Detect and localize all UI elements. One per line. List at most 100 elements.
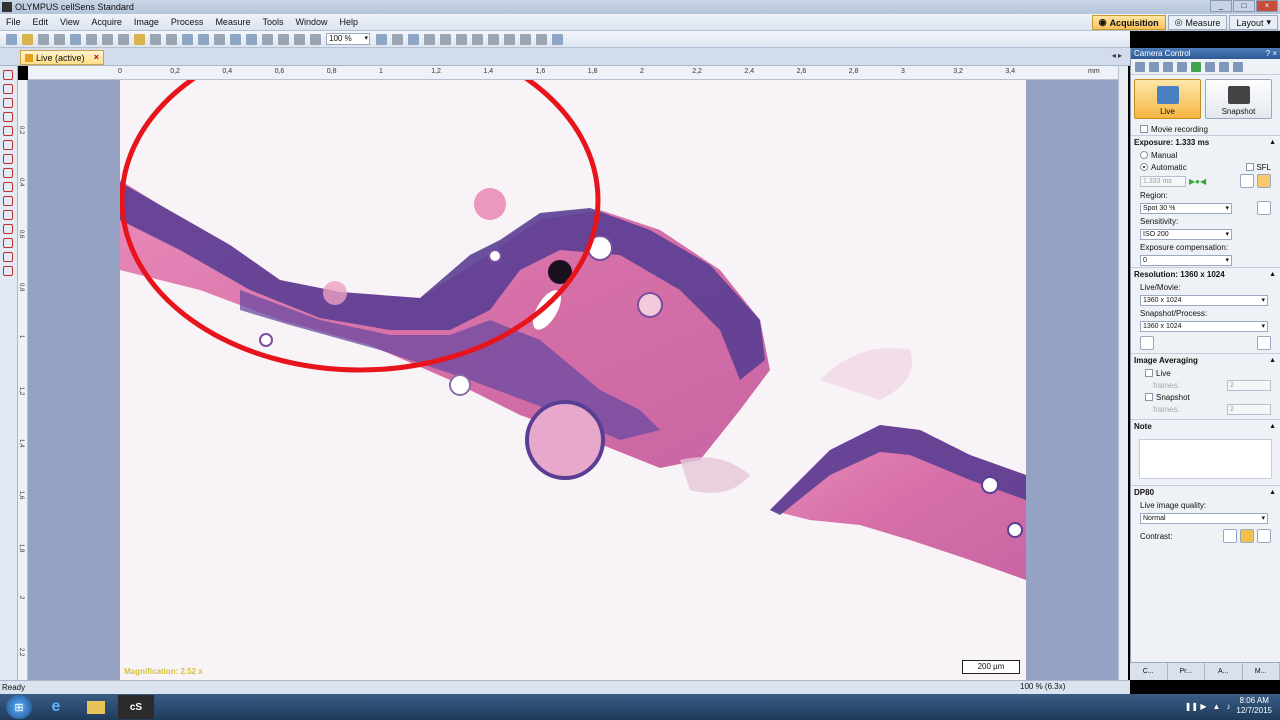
contrast-low-icon[interactable] xyxy=(1223,529,1237,543)
tab-live-active[interactable]: Live (active) × xyxy=(20,50,104,65)
settings-icon[interactable] xyxy=(1135,61,1145,72)
snapshot-frames-field[interactable]: 2 xyxy=(1227,403,1271,415)
pointer-tool-icon[interactable] xyxy=(3,70,13,80)
grid-icon[interactable] xyxy=(1219,61,1229,72)
grid-icon[interactable] xyxy=(504,33,515,45)
rectangle-tool-icon[interactable] xyxy=(3,168,13,178)
menu-process[interactable]: Process xyxy=(165,17,210,27)
polyline-tool-icon[interactable] xyxy=(3,126,13,136)
select-icon[interactable] xyxy=(182,33,193,45)
tab-properties[interactable]: Pr... xyxy=(1168,663,1205,680)
save-icon[interactable] xyxy=(38,33,49,45)
cut-icon[interactable] xyxy=(102,33,113,45)
image-averaging-section-header[interactable]: Image Averaging ▲ xyxy=(1131,353,1280,367)
diamond-tool-icon[interactable] xyxy=(3,182,13,192)
automatic-radio[interactable] xyxy=(1140,163,1148,171)
pan-icon[interactable] xyxy=(198,33,209,45)
cascade-icon[interactable] xyxy=(472,33,483,45)
split-icon[interactable] xyxy=(488,33,499,45)
polygon-tool-icon[interactable] xyxy=(3,224,13,234)
magic-wand-icon[interactable] xyxy=(262,33,273,45)
ie-taskbar-button[interactable]: e xyxy=(38,695,74,719)
live-resolution-select[interactable]: 1360 x 1024 xyxy=(1140,294,1268,306)
tab-navigation[interactable]: ◂ ▸ xyxy=(1112,51,1122,60)
point-tool-icon[interactable] xyxy=(3,98,13,108)
line-icon[interactable] xyxy=(214,33,225,45)
text-tool-icon[interactable] xyxy=(3,84,13,94)
exposure-compensation-select[interactable]: 0 xyxy=(1140,254,1232,266)
crop-icon[interactable] xyxy=(1140,336,1154,350)
tab-acquisition[interactable]: A... xyxy=(1205,663,1243,680)
circle-tool-icon[interactable] xyxy=(3,210,13,220)
note-section-header[interactable]: Note ▲ xyxy=(1131,419,1280,433)
layers-icon[interactable] xyxy=(1205,61,1215,72)
copy-icon[interactable] xyxy=(118,33,129,45)
menu-edit[interactable]: Edit xyxy=(27,17,55,27)
zoom-tool-icon[interactable] xyxy=(230,33,241,45)
overlay-icon[interactable] xyxy=(520,33,531,45)
averaging-snapshot-checkbox[interactable] xyxy=(1145,393,1153,401)
explorer-taskbar-button[interactable] xyxy=(78,695,114,719)
media-controls-icon[interactable]: ❚❚ ▶ xyxy=(1185,702,1207,711)
resolution-section-header[interactable]: Resolution: 1360 x 1024 ▲ xyxy=(1131,267,1280,281)
movie-recording-checkbox[interactable] xyxy=(1140,125,1148,133)
manual-radio[interactable] xyxy=(1140,151,1148,159)
start-button[interactable]: ⊞ xyxy=(6,695,32,719)
menu-window[interactable]: Window xyxy=(289,17,333,27)
flip-icon[interactable] xyxy=(310,33,321,45)
contrast-medium-icon[interactable] xyxy=(1240,529,1254,543)
clock[interactable]: 8:06 AM 12/7/2015 xyxy=(1236,696,1272,716)
close-tab-icon[interactable]: × xyxy=(94,52,99,62)
acquisition-layout-button[interactable]: ◉ Acquisition xyxy=(1091,15,1166,30)
magic-tool-icon[interactable] xyxy=(3,252,13,262)
menu-view[interactable]: View xyxy=(54,17,85,27)
region-select[interactable]: Spot 30 % xyxy=(1140,202,1232,214)
camera-icon[interactable] xyxy=(1163,61,1173,72)
region-icon[interactable] xyxy=(1257,201,1271,215)
freehand-tool-icon[interactable] xyxy=(3,238,13,248)
zoom-in-icon[interactable] xyxy=(376,33,387,45)
averaging-live-checkbox[interactable] xyxy=(1145,369,1153,377)
menu-tools[interactable]: Tools xyxy=(256,17,289,27)
menu-acquire[interactable]: Acquire xyxy=(85,17,128,27)
close-window-button[interactable]: × xyxy=(1256,0,1278,12)
snapshot-resolution-select[interactable]: 1360 x 1024 xyxy=(1140,320,1268,332)
monitor-icon[interactable] xyxy=(1233,61,1243,72)
export-icon[interactable] xyxy=(86,33,97,45)
pin-icon[interactable]: ? × xyxy=(1266,48,1277,59)
crop-icon[interactable] xyxy=(278,33,289,45)
reset-exposure-icon[interactable] xyxy=(1240,174,1254,188)
exposure-section-header[interactable]: Exposure: 1.333 ms ▲ xyxy=(1131,135,1280,149)
menu-help[interactable]: Help xyxy=(333,17,364,27)
exposure-time-field[interactable]: 1.333 ms xyxy=(1140,175,1186,187)
open-folder-icon[interactable] xyxy=(22,33,33,45)
scale-tool-icon[interactable] xyxy=(3,266,13,276)
zoom-select[interactable]: 100 % xyxy=(326,33,370,45)
new-document-icon[interactable] xyxy=(6,33,17,45)
play-icon[interactable]: ▶●◀ xyxy=(1189,177,1206,186)
microscope-live-image[interactable] xyxy=(120,80,1026,680)
lock-icon[interactable] xyxy=(1257,174,1271,188)
menu-measure[interactable]: Measure xyxy=(209,17,256,27)
tile-icon[interactable] xyxy=(456,33,467,45)
live-button[interactable]: Live xyxy=(1134,79,1201,119)
arrow-tool-icon[interactable] xyxy=(3,140,13,150)
tab-camera-control[interactable]: C... xyxy=(1130,663,1168,680)
note-textarea[interactable] xyxy=(1139,439,1272,479)
tab-measurement[interactable]: M... xyxy=(1243,663,1280,680)
snapshot-button[interactable]: Snapshot xyxy=(1205,79,1272,119)
minimize-button[interactable]: _ xyxy=(1210,0,1232,12)
layout-menu-button[interactable]: Layout ▾ xyxy=(1229,15,1278,30)
paste-icon[interactable] xyxy=(134,33,145,45)
menu-file[interactable]: File xyxy=(0,17,27,27)
contrast-high-icon[interactable] xyxy=(1257,529,1271,543)
redo-icon[interactable] xyxy=(166,33,177,45)
network-icon[interactable]: ▲ xyxy=(1212,702,1220,711)
rotate-icon[interactable] xyxy=(294,33,305,45)
info-icon[interactable] xyxy=(1257,336,1271,350)
line-tool-icon[interactable] xyxy=(3,112,13,122)
measure-tool-icon[interactable] xyxy=(246,33,257,45)
volume-icon[interactable]: ♪ xyxy=(1226,702,1230,711)
undo-icon[interactable] xyxy=(150,33,161,45)
sync-icon[interactable] xyxy=(440,33,451,45)
